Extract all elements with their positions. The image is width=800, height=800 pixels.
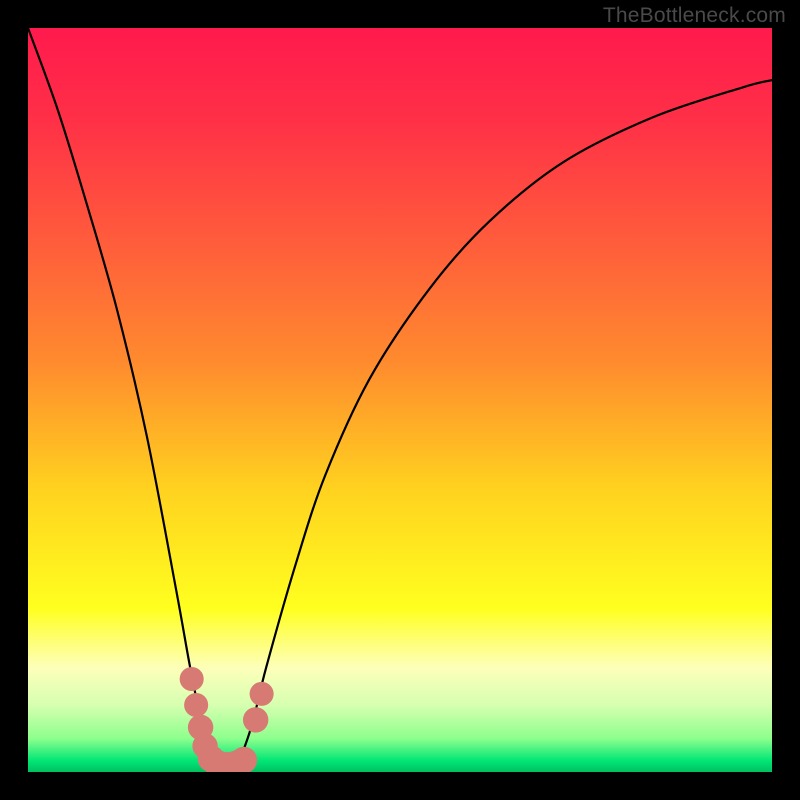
marker-dot — [250, 682, 274, 706]
marker-dot — [180, 667, 204, 691]
marker-dot — [243, 707, 268, 732]
marker-dot — [184, 693, 208, 717]
watermark-text: TheBottleneck.com — [603, 4, 786, 28]
chart-svg — [28, 28, 772, 772]
chart-frame: TheBottleneck.com — [0, 0, 800, 800]
plot-area — [28, 28, 772, 772]
